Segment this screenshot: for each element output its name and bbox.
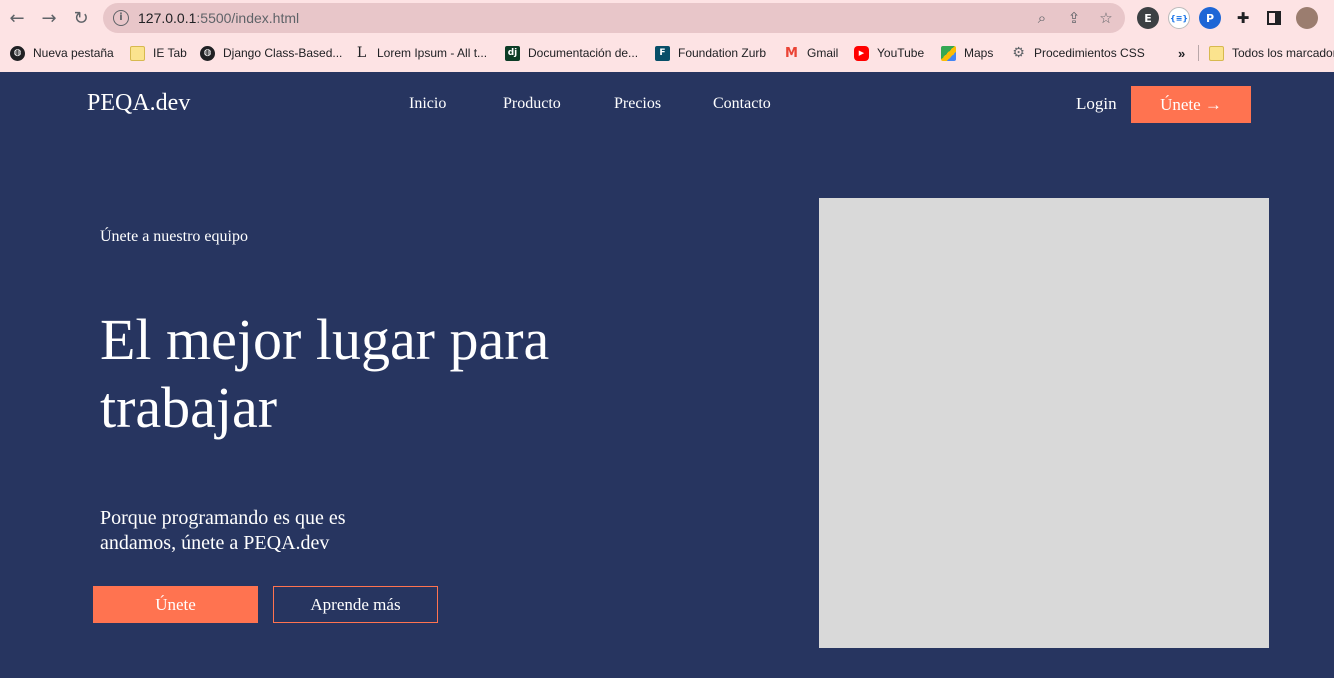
bookmark-ie-tab[interactable]: IE Tab bbox=[130, 44, 187, 62]
gear-icon: ⚙ bbox=[1012, 45, 1025, 61]
profile-avatar[interactable] bbox=[1296, 7, 1318, 29]
bookmark-label: Foundation Zurb bbox=[678, 46, 767, 60]
zoom-icon[interactable]: ⌕ bbox=[1033, 9, 1051, 27]
bookmarks-overflow-button[interactable]: » bbox=[1178, 44, 1185, 62]
bookmark-label: Todos los marcadores bbox=[1232, 46, 1334, 60]
back-icon[interactable]: ← bbox=[5, 6, 29, 30]
hero-title: El mejor lugar para trabajar bbox=[100, 307, 550, 440]
bookmarks-divider bbox=[1198, 45, 1199, 61]
address-bar[interactable]: i 127.0.0.1:5500/index.html ⌕ ⇪ ☆ bbox=[103, 3, 1125, 33]
bookmark-label: Nueva pestaña bbox=[33, 46, 114, 60]
bookmark-youtube[interactable]: ▶ YouTube bbox=[854, 44, 924, 62]
bookmark-label: Maps bbox=[964, 46, 994, 60]
join-button[interactable]: Únete bbox=[93, 586, 258, 623]
lorem-icon: L bbox=[356, 45, 367, 61]
extensions-puzzle-icon[interactable]: ✚ bbox=[1232, 7, 1254, 29]
bookmark-label: YouTube bbox=[877, 46, 925, 60]
bookmark-gmail[interactable]: M Gmail bbox=[784, 44, 838, 62]
login-link[interactable]: Login bbox=[1076, 94, 1117, 114]
extension-p-icon[interactable]: P bbox=[1199, 7, 1221, 29]
url-host: 127.0.0.1 bbox=[138, 10, 197, 26]
bookmark-label: Procedimientos CSS bbox=[1034, 46, 1145, 60]
side-panel-icon[interactable] bbox=[1263, 7, 1285, 29]
bookmark-nueva-pestana[interactable]: ◍ Nueva pestaña bbox=[10, 44, 114, 62]
nav-link-contacto[interactable]: Contacto bbox=[713, 95, 771, 113]
django-icon: dj bbox=[505, 45, 520, 61]
browser-chrome: ← → ↻ i 127.0.0.1:5500/index.html ⌕ ⇪ ☆ … bbox=[0, 0, 1334, 72]
browser-toolbar: ← → ↻ i 127.0.0.1:5500/index.html ⌕ ⇪ ☆ … bbox=[0, 0, 1334, 36]
bookmark-lorem-ipsum[interactable]: L Lorem Ipsum - All t... bbox=[354, 44, 487, 62]
hero-image-placeholder bbox=[819, 198, 1269, 648]
bookmark-procedimientos-css[interactable]: ⚙ Procedimientos CSS bbox=[1011, 44, 1145, 62]
nav-link-precios[interactable]: Precios bbox=[614, 95, 661, 113]
bookmark-foundation-zurb[interactable]: F Foundation Zurb bbox=[655, 44, 766, 62]
nav-link-inicio[interactable]: Inicio bbox=[409, 95, 446, 113]
bookmarks-bar: ◍ Nueva pestaña IE Tab ◍ Django Class-Base… bbox=[0, 38, 1334, 68]
site-logo[interactable]: PEQA.dev bbox=[87, 90, 190, 117]
bookmark-label: Gmail bbox=[807, 46, 839, 60]
folder-icon bbox=[1209, 45, 1224, 61]
bookmark-label: Lorem Ipsum - All t... bbox=[377, 46, 488, 60]
page-viewport: PEQA.dev Inicio Producto Precios Contact… bbox=[0, 72, 1334, 678]
url-text[interactable]: 127.0.0.1:5500/index.html bbox=[138, 10, 299, 26]
globe-icon: ◍ bbox=[10, 45, 25, 61]
youtube-icon: ▶ bbox=[854, 45, 869, 61]
reload-icon[interactable]: ↻ bbox=[69, 6, 93, 30]
folder-icon bbox=[130, 45, 145, 61]
extension-e-icon[interactable]: E bbox=[1137, 7, 1159, 29]
maps-icon bbox=[941, 45, 956, 61]
bookmark-label: Documentación de... bbox=[528, 46, 639, 60]
foundation-icon: F bbox=[655, 45, 670, 61]
globe-icon: ◍ bbox=[200, 45, 215, 61]
gmail-icon: M bbox=[785, 45, 798, 61]
site-info-icon[interactable]: i bbox=[113, 10, 129, 26]
bookmark-label: Django Class-Based... bbox=[223, 46, 343, 60]
bookmark-django-cbv[interactable]: ◍ Django Class-Based... bbox=[200, 44, 342, 62]
overflow-chevron-icon: » bbox=[1178, 45, 1186, 61]
hero-eyebrow: Únete a nuestro equipo bbox=[100, 228, 248, 245]
hero-subtitle: Porque programando es que es andamos, ún… bbox=[100, 507, 346, 554]
url-path: :5500/index.html bbox=[196, 10, 300, 26]
nav-link-producto[interactable]: Producto bbox=[503, 95, 561, 113]
bookmark-documentacion[interactable]: dj Documentación de... bbox=[505, 44, 638, 62]
extension-json-icon[interactable]: {≡} bbox=[1168, 7, 1190, 29]
learn-more-button[interactable]: Aprende más bbox=[273, 586, 438, 623]
bookmark-label: IE Tab bbox=[153, 46, 187, 60]
bookmark-todos-los-marcadores[interactable]: Todos los marcadores bbox=[1209, 44, 1334, 62]
forward-icon[interactable]: → bbox=[37, 6, 61, 30]
bookmark-maps[interactable]: Maps bbox=[941, 44, 993, 62]
share-icon[interactable]: ⇪ bbox=[1065, 9, 1083, 27]
join-header-button[interactable]: Únete → bbox=[1131, 86, 1251, 123]
bookmark-star-icon[interactable]: ☆ bbox=[1097, 9, 1115, 27]
